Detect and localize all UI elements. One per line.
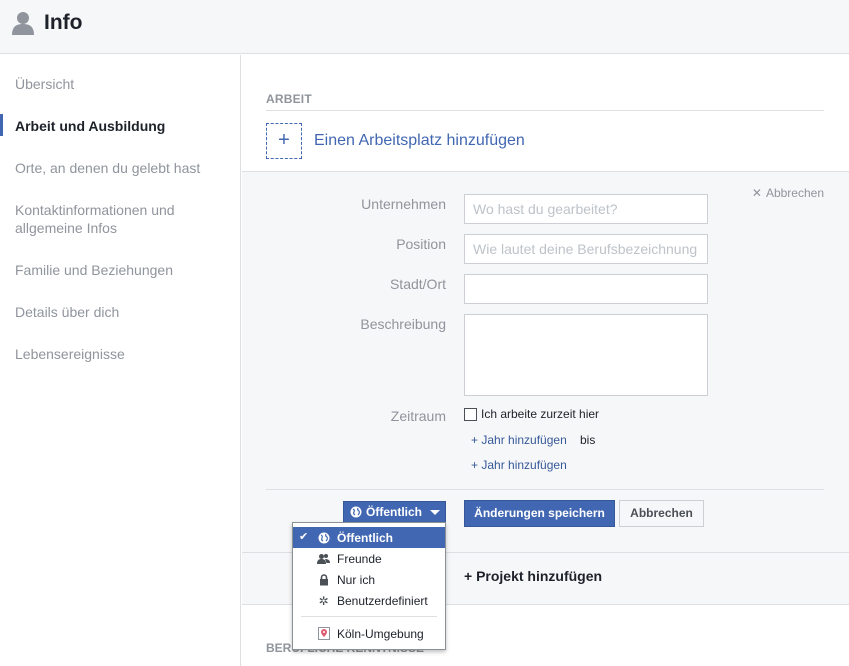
gear-icon: ✲	[318, 593, 329, 608]
city-input[interactable]	[464, 274, 708, 304]
form-divider	[266, 489, 824, 490]
currently-working-label: Ich arbeite zurzeit hier	[481, 407, 600, 421]
cancel-top-label: Abbrechen	[765, 186, 824, 200]
company-input[interactable]	[464, 194, 708, 224]
page-title: Info	[44, 11, 83, 34]
page-header: Info	[0, 0, 849, 54]
chevron-down-icon	[430, 509, 440, 515]
sidebar-item-contact-info[interactable]: Kontaktinformationen und allgemeine Info…	[15, 201, 215, 237]
privacy-selector-button[interactable]: Öffentlich	[343, 501, 446, 523]
sidebar-item-work-education[interactable]: Arbeit und Ausbildung	[15, 117, 165, 135]
add-start-year-link[interactable]: + Jahr hinzufügen	[471, 433, 567, 447]
privacy-option-label: Öffentlich	[337, 530, 393, 545]
period-label: Zeitraum	[390, 408, 446, 424]
sidebar-item-life-events[interactable]: Lebensereignisse	[15, 345, 125, 363]
add-end-year-link[interactable]: + Jahr hinzufügen	[471, 458, 567, 472]
section-divider	[266, 110, 824, 111]
sidebar-active-indicator	[0, 114, 3, 136]
lock-icon	[317, 573, 330, 586]
currently-working-row[interactable]: Ich arbeite zurzeit hier	[464, 407, 599, 421]
privacy-option-friends[interactable]: Freunde	[293, 548, 445, 569]
add-workplace-link[interactable]: Einen Arbeitsplatz hinzufügen	[314, 132, 525, 150]
privacy-option-label: Köln-Umgebung	[337, 626, 424, 641]
privacy-option-only-me[interactable]: Nur ich	[293, 569, 445, 590]
currently-working-checkbox[interactable]	[464, 407, 477, 421]
close-icon: ✕	[751, 186, 762, 200]
privacy-option-label: Freunde	[337, 551, 382, 566]
friends-icon	[317, 552, 330, 565]
dropdown-divider	[301, 616, 437, 617]
sidebar-item-overview[interactable]: Übersicht	[15, 75, 74, 93]
save-changes-button[interactable]: Änderungen speichern	[464, 500, 615, 527]
add-project-link[interactable]: + Projekt hinzufügen	[464, 568, 602, 584]
city-label: Stadt/Ort	[389, 276, 446, 292]
description-textarea[interactable]	[464, 314, 708, 396]
work-form: ✕Abbrechen Unternehmen Position Stadt/Or…	[242, 171, 849, 552]
privacy-option-public[interactable]: ✔ Öffentlich	[293, 527, 445, 548]
location-pin-icon	[317, 627, 330, 640]
position-label: Position	[396, 236, 446, 252]
sidebar: Übersicht Arbeit und Ausbildung Orte, an…	[0, 55, 241, 666]
cancel-button[interactable]: Abbrechen	[619, 500, 704, 527]
privacy-selector-label: Öffentlich	[366, 505, 422, 519]
globe-icon	[350, 506, 362, 518]
sidebar-item-details[interactable]: Details über dich	[15, 303, 119, 321]
sidebar-item-places-lived[interactable]: Orte, an denen du gelebt hast	[15, 159, 200, 177]
privacy-option-custom[interactable]: ✲ Benutzerdefiniert	[293, 590, 445, 611]
cancel-top-link[interactable]: ✕ Abbrechen	[752, 186, 824, 200]
privacy-option-label: Nur ich	[337, 572, 376, 587]
privacy-option-label: Benutzerdefiniert	[337, 593, 428, 608]
section-title-work: ARBEIT	[266, 92, 312, 106]
sidebar-item-family-relationships[interactable]: Familie und Beziehungen	[15, 261, 173, 279]
profile-avatar-icon	[12, 12, 34, 35]
privacy-option-location[interactable]: Köln-Umgebung	[293, 623, 445, 644]
until-label: bis	[580, 433, 596, 447]
company-label: Unternehmen	[361, 196, 446, 212]
checkmark-icon: ✔	[299, 531, 309, 543]
globe-icon	[317, 531, 330, 544]
description-label: Beschreibung	[360, 316, 446, 332]
position-input[interactable]	[464, 234, 708, 264]
add-workplace-plus-icon[interactable]: +	[266, 123, 302, 159]
privacy-dropdown-menu: ✔ Öffentlich Freunde Nur ich ✲ Benutzerd…	[292, 522, 446, 650]
